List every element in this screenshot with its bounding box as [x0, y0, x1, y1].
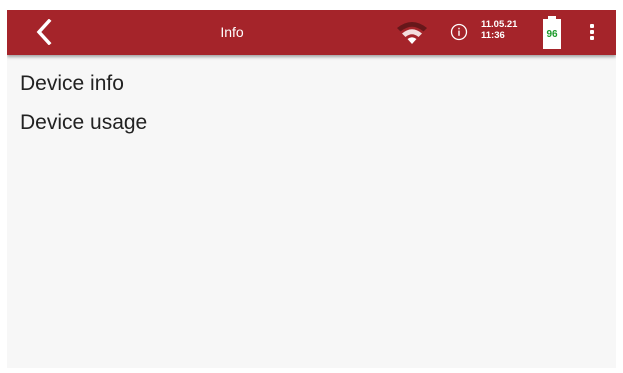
- chevron-left-icon: [36, 19, 52, 45]
- device-info-item[interactable]: Device info: [20, 72, 124, 96]
- overflow-menu-button[interactable]: [585, 22, 599, 42]
- wifi-icon: [397, 22, 427, 44]
- battery-level-text: 96: [546, 29, 558, 40]
- info-button[interactable]: [450, 23, 468, 41]
- device-usage-item[interactable]: Device usage: [20, 111, 147, 135]
- status-time: 11:36: [481, 30, 505, 41]
- app-screen: Info 11.05.21 11:36 96 Device info Devic…: [7, 10, 616, 368]
- status-date: 11.05.21: [481, 19, 518, 30]
- info-icon: [450, 23, 468, 41]
- status-datetime: 11.05.21 11:36: [481, 19, 517, 41]
- page-title: Info: [220, 24, 244, 40]
- battery-icon: 96: [541, 16, 563, 49]
- back-button[interactable]: [27, 15, 61, 49]
- app-bar: Info 11.05.21 11:36 96: [7, 10, 616, 55]
